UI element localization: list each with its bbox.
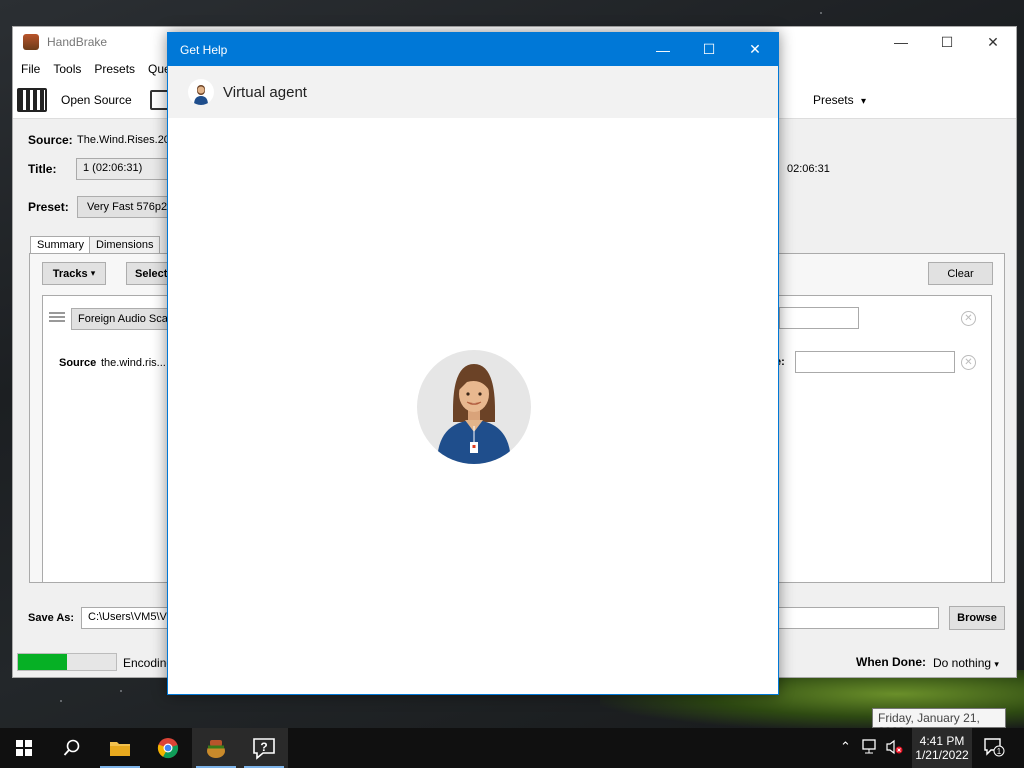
system-clock[interactable]: 4:41 PM 1/21/2022 [912, 728, 972, 768]
handbrake-app-icon [23, 34, 39, 50]
when-done-dropdown[interactable]: Do nothing ▾ [933, 656, 999, 670]
start-button[interactable] [0, 728, 48, 768]
maximize-icon: ☐ [702, 41, 716, 57]
volume-muted-icon[interactable] [886, 739, 904, 758]
clock-date: 1/21/2022 [915, 748, 969, 762]
minimize-icon: — [894, 34, 908, 50]
remove-icon[interactable]: ✕ [961, 355, 976, 370]
close-icon: ✕ [749, 41, 761, 57]
open-source-button[interactable]: Open Source [61, 93, 132, 107]
preset-label: Preset: [28, 200, 69, 214]
search-button[interactable] [48, 728, 96, 768]
virtual-agent-avatar [417, 350, 531, 464]
menu-tools[interactable]: Tools [53, 62, 81, 76]
encoding-status: Encoding [123, 656, 174, 670]
minimize-button[interactable]: — [878, 27, 924, 57]
drag-handle-bar [49, 316, 65, 318]
menu-file[interactable]: File [21, 62, 40, 76]
browse-button[interactable]: Browse [949, 606, 1005, 630]
track-dropdown[interactable]: Foreign Audio Sca [71, 308, 171, 330]
folder-icon [110, 742, 130, 756]
save-as-label: Save As: [28, 612, 75, 624]
menu-presets[interactable]: Presets [94, 62, 135, 76]
close-icon: ✕ [987, 33, 999, 50]
get-help-icon: ? [253, 738, 275, 760]
right-field[interactable] [795, 351, 955, 373]
help-glyph: ? [260, 740, 267, 754]
handbrake-icon [207, 740, 225, 758]
clock-time: 4:41 PM [919, 734, 965, 748]
chrome-icon [157, 738, 179, 759]
save-as-field-end[interactable] [777, 607, 939, 629]
encode-progress-bar [17, 653, 117, 671]
star [60, 700, 62, 702]
agent-header: Virtual agent [168, 66, 778, 118]
clapperboard-icon[interactable] [17, 87, 47, 112]
source-value: The.Wind.Rises.20 [77, 134, 170, 146]
show-hidden-icons-icon[interactable]: ⌃ [840, 739, 851, 755]
notification-count: 1 [997, 747, 1002, 756]
close-button[interactable]: ✕ [970, 27, 1016, 57]
minimize-icon: — [656, 41, 670, 58]
maximize-icon: ☐ [940, 33, 954, 50]
minimize-button[interactable]: — [640, 33, 686, 66]
chevron-down-icon: ▾ [860, 95, 866, 107]
handbrake-title: HandBrake [47, 35, 108, 49]
track-source-label: Source [59, 357, 97, 369]
source-label: Source: [28, 133, 73, 147]
windows-logo-icon [16, 740, 32, 756]
action-center-button[interactable]: 1 [983, 737, 1005, 760]
network-icon[interactable] [862, 739, 880, 758]
presets-button[interactable]: Presets ▾ [813, 93, 866, 107]
remove-track-icon[interactable]: ✕ [961, 311, 976, 326]
maximize-button[interactable]: ☐ [686, 33, 732, 66]
maximize-button[interactable]: ☐ [924, 27, 970, 57]
tab-dimensions[interactable]: Dimensions [89, 236, 161, 254]
tracks-button[interactable]: Tracks ▾ [42, 262, 106, 285]
get-help-window: Get Help — ☐ ✕ Virtual agent [167, 32, 779, 695]
taskbar-file-explorer[interactable] [96, 728, 144, 768]
star [120, 690, 122, 692]
when-done-value: Do nothing [933, 656, 992, 670]
taskbar: ? ⌃ 4:41 PM 1/21/2022 1 [0, 728, 1024, 768]
title-label: Title: [28, 162, 57, 176]
save-as-field[interactable]: C:\Users\VM5\Vi [81, 607, 181, 629]
tracks-label: Tracks [52, 267, 88, 280]
tab-summary[interactable]: Summary [30, 236, 92, 254]
chevron-down-icon: ▾ [90, 268, 96, 278]
agent-name: Virtual agent [223, 83, 307, 101]
taskbar-chrome[interactable] [144, 728, 192, 768]
agent-avatar-small [188, 79, 214, 105]
track-source-value: the.wind.ris... [101, 357, 166, 369]
clear-button[interactable]: Clear [928, 262, 993, 285]
duration-value: 02:06:31 [787, 163, 830, 175]
get-help-title: Get Help [180, 42, 228, 57]
when-done-label: When Done: [856, 655, 926, 669]
close-button[interactable]: ✕ [732, 33, 778, 66]
title-dropdown[interactable]: 1 (02:06:31) [76, 158, 176, 180]
presets-label: Presets [812, 92, 854, 107]
taskbar-handbrake[interactable] [192, 728, 240, 768]
track-name-field[interactable] [779, 307, 859, 329]
get-help-titlebar[interactable]: Get Help — ☐ ✕ [168, 33, 778, 66]
star [820, 12, 822, 14]
taskbar-get-help[interactable]: ? [240, 728, 288, 768]
preset-dropdown[interactable]: Very Fast 576p25 [77, 196, 177, 218]
chevron-down-icon: ▾ [994, 659, 999, 669]
search-icon [63, 739, 80, 756]
date-tooltip: Friday, January 21, 2022 [872, 708, 1006, 739]
notification-icon: 1 [984, 738, 1005, 757]
progress-fill [18, 654, 67, 670]
